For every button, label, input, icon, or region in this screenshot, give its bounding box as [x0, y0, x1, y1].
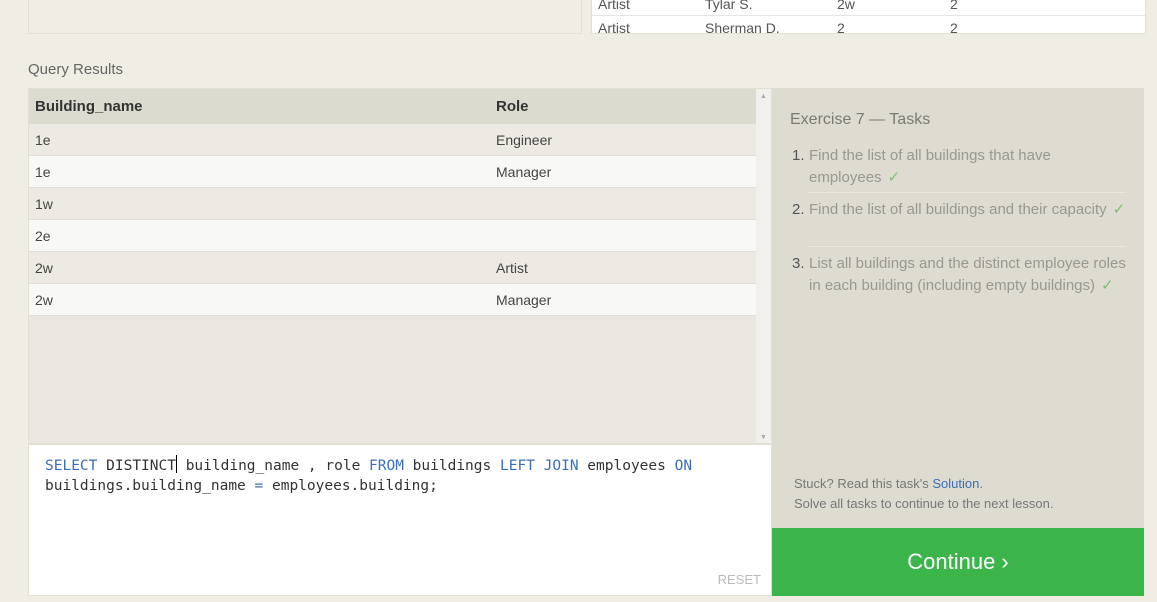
sql-keyword: FROM	[369, 458, 404, 474]
table-row: 2w Manager	[29, 284, 756, 316]
table-row: Artist Tylar S. 2w 2	[592, 0, 1145, 16]
table-cell: Sherman D.	[705, 20, 780, 34]
tasks-panel: Exercise 7 — Tasks 1. Find the list of a…	[772, 88, 1144, 528]
sql-text: employees	[578, 458, 675, 474]
table-row: Artist Sherman D. 2 2	[592, 20, 1145, 34]
table-cell: 2w	[35, 260, 53, 276]
sql-text: buildings.building_name	[45, 478, 255, 494]
table-cell: Artist	[496, 260, 528, 276]
stuck-suffix: .	[979, 476, 983, 491]
checkmark-icon: ✓	[1101, 277, 1114, 294]
scroll-down-arrow-icon[interactable]: ▼	[760, 434, 767, 441]
task-number: 3.	[792, 255, 805, 272]
table-cell: 2	[950, 20, 958, 34]
table-row: 1e Engineer	[29, 124, 756, 156]
checkmark-icon: ✓	[887, 169, 901, 186]
sql-keyword-distinct: DISTINCT	[106, 458, 176, 474]
stuck-help-text: Stuck? Read this task's Solution. Solve …	[794, 474, 1053, 514]
table-cell: 2	[837, 20, 845, 34]
sql-keyword: JOIN	[543, 458, 579, 474]
table-cell: Manager	[496, 164, 552, 180]
solution-link[interactable]: Solution	[932, 476, 979, 491]
task-text: Find the list of all buildings and their…	[809, 201, 1107, 218]
table-cell: Manager	[496, 292, 552, 308]
table-cell: Tylar S.	[705, 0, 753, 12]
sql-text: employees.building;	[263, 478, 438, 494]
table-row: 2w Artist	[29, 252, 756, 284]
table-row: 2e	[29, 220, 756, 252]
table-cell: Artist	[598, 0, 630, 12]
scroll-up-arrow-icon[interactable]: ▲	[760, 93, 767, 100]
task-divider	[808, 246, 1126, 247]
query-results-table: Building_name Role 1e Engineer 1e Manage…	[28, 88, 772, 444]
task-item: 2. Find the list of all buildings and th…	[790, 199, 1130, 221]
sql-text: buildings	[403, 458, 500, 474]
task-item: 1. Find the list of all buildings that h…	[790, 145, 1130, 189]
reset-button[interactable]: RESET	[718, 572, 761, 587]
sql-code[interactable]: SELECT DISTINCT building_name , role FRO…	[45, 455, 745, 496]
solve-note: Solve all tasks to continue to the next …	[794, 496, 1054, 511]
table-cell: 1e	[35, 132, 51, 148]
table-cell: Artist	[598, 20, 630, 34]
table-row: 1e Manager	[29, 156, 756, 188]
sql-editor[interactable]: SELECT DISTINCT building_name , role FRO…	[28, 444, 772, 596]
sql-keyword: LEFT	[499, 458, 535, 474]
results-scrollbar[interactable]: ▲ ▼	[756, 89, 771, 443]
checkmark-icon: ✓	[1112, 201, 1126, 218]
stuck-prefix: Stuck? Read this task's	[794, 476, 929, 491]
previous-table-panel	[28, 0, 582, 34]
continue-button[interactable]: Continue ›	[772, 528, 1144, 596]
task-text: List all buildings and the distinct empl…	[809, 255, 1126, 294]
task-divider	[808, 192, 1126, 193]
task-number: 1.	[792, 147, 805, 164]
column-header-building-name: Building_name	[35, 98, 143, 115]
task-text: Find the list of all buildings that have…	[809, 147, 1051, 186]
table-cell: 1e	[35, 164, 51, 180]
task-number: 2.	[792, 201, 805, 218]
sql-operator: =	[254, 478, 264, 494]
table-cell: 2w	[837, 0, 855, 12]
table-cell: Engineer	[496, 132, 553, 148]
table-cell: 2w	[35, 292, 53, 308]
sql-keyword: ON	[674, 458, 693, 474]
previous-data-table: Artist Tylar S. 2w 2 Artist Sherman D. 2…	[591, 0, 1146, 34]
table-cell: 2	[950, 0, 958, 12]
query-results-label: Query Results	[28, 61, 124, 78]
task-item: 3. List all buildings and the distinct e…	[790, 253, 1130, 297]
sql-text: building_name , role	[176, 458, 370, 474]
tasks-title: Exercise 7 — Tasks	[790, 111, 931, 128]
table-cell: 2e	[35, 228, 51, 244]
table-cell: 1w	[35, 196, 53, 212]
sql-keyword: SELECT	[45, 458, 98, 474]
table-header: Building_name Role	[29, 89, 756, 124]
table-row: 1w	[29, 188, 756, 220]
column-header-role: Role	[496, 98, 529, 115]
